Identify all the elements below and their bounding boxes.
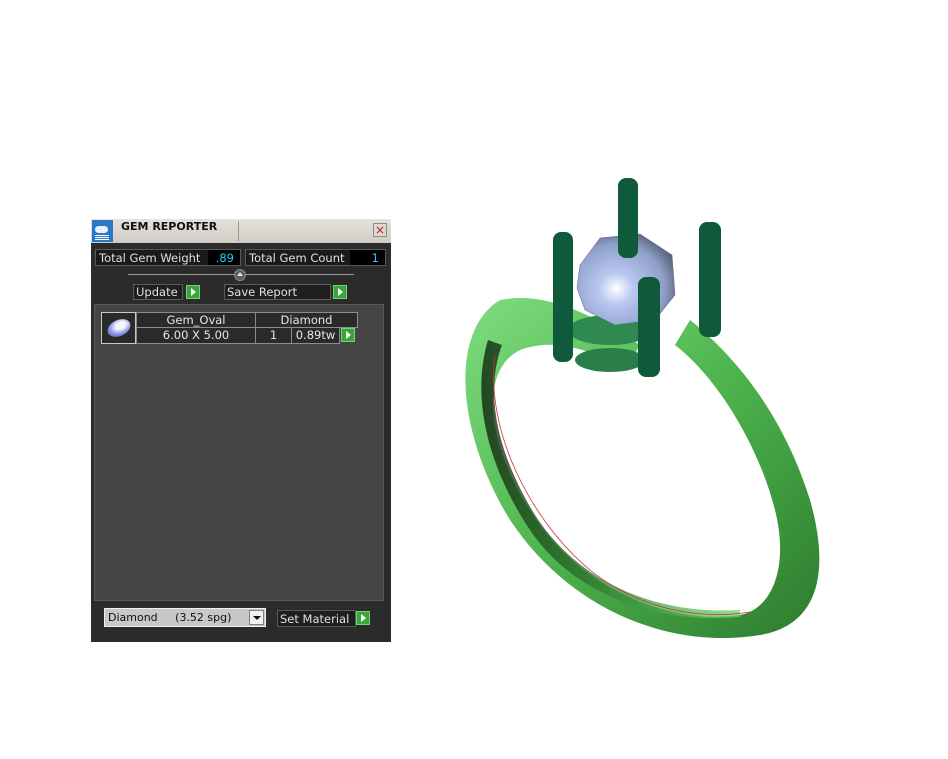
material-select-value: Diamond (3.52 spg) bbox=[108, 611, 232, 624]
update-go-icon[interactable] bbox=[186, 285, 200, 299]
close-icon: × bbox=[374, 223, 386, 237]
close-button[interactable]: × bbox=[373, 223, 387, 237]
gem-reporter-app-icon bbox=[92, 220, 113, 242]
save-report-button[interactable]: Save Report bbox=[224, 284, 331, 300]
total-gem-weight-field: Total Gem Weight .89 bbox=[95, 249, 241, 266]
chevron-down-icon[interactable] bbox=[249, 610, 264, 625]
update-button[interactable]: Update bbox=[133, 284, 183, 300]
gem-reporter-panel: GEM REPORTER × Total Gem Weight .89 Tota… bbox=[91, 219, 391, 642]
gem-shape-cell: Gem_Oval bbox=[136, 312, 256, 328]
update-label: Update bbox=[136, 285, 178, 299]
title-bar[interactable]: GEM REPORTER × bbox=[91, 219, 391, 243]
total-gem-weight-value: .89 bbox=[208, 250, 240, 265]
title-divider bbox=[238, 221, 239, 241]
total-gem-count-value: 1 bbox=[350, 250, 385, 265]
save-report-label: Save Report bbox=[227, 285, 298, 299]
total-gem-count-field: Total Gem Count 1 bbox=[245, 249, 386, 266]
set-material-label: Set Material bbox=[280, 612, 350, 626]
ring-3d-viewport[interactable] bbox=[440, 170, 840, 660]
gem-material-cell: Diamond bbox=[255, 312, 358, 328]
gem-row-go-icon[interactable] bbox=[341, 328, 355, 342]
total-gem-count-label: Total Gem Count bbox=[249, 251, 345, 265]
oval-gem-icon bbox=[101, 312, 136, 344]
total-gem-weight-label: Total Gem Weight bbox=[99, 251, 201, 265]
save-report-go-icon[interactable] bbox=[333, 285, 347, 299]
collapse-toggle-button[interactable] bbox=[234, 269, 246, 281]
set-material-button[interactable]: Set Material bbox=[277, 610, 356, 627]
gem-count-cell: 1 bbox=[255, 327, 292, 344]
material-select[interactable]: Diamond (3.52 spg) bbox=[104, 608, 266, 627]
panel-title: GEM REPORTER bbox=[121, 220, 218, 233]
gem-weight-cell: 0.89tw bbox=[291, 327, 340, 344]
gem-size-cell: 6.00 X 5.00 bbox=[136, 327, 256, 344]
set-material-go-icon[interactable] bbox=[356, 611, 370, 625]
gem-list: Gem_Oval Diamond 6.00 X 5.00 1 0.89tw bbox=[94, 304, 384, 601]
